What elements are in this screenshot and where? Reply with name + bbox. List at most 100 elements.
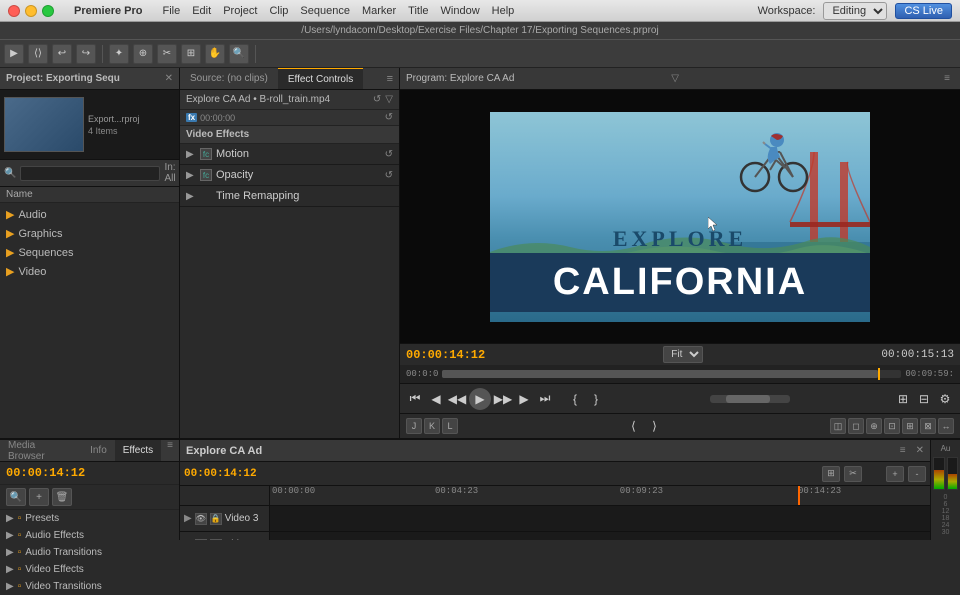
next-frame-btn[interactable]: ▶ <box>515 390 533 408</box>
menu-edit[interactable]: Edit <box>192 5 211 17</box>
extra-btn-2[interactable]: ◻ <box>848 418 864 434</box>
effects-tree-presets[interactable]: ▶ ▫ Presets <box>0 510 179 527</box>
toolbar-btn-2[interactable]: ⟨⟩ <box>28 44 48 64</box>
extra-btn-3[interactable]: ⊕ <box>866 418 882 434</box>
fx-reset-btn[interactable]: ↺ <box>385 112 393 123</box>
play-forward-fast-btn[interactable]: ▶▶ <box>494 390 512 408</box>
mark-out-btn[interactable]: } <box>587 390 605 408</box>
monitor-fit-select[interactable]: Fit <box>663 346 703 363</box>
motion-reset-btn[interactable]: ↺ <box>385 149 393 160</box>
zoom-in-btn[interactable]: + <box>886 466 904 482</box>
output-btn[interactable]: ⊟ <box>915 390 933 408</box>
maximize-button[interactable] <box>42 5 54 17</box>
tab-media-browser[interactable]: Media Browser <box>0 440 82 461</box>
motion-checkbox[interactable]: fc <box>200 148 212 160</box>
effects-tree-audio-transitions[interactable]: ▶ ▫ Audio Transitions <box>0 544 179 561</box>
workspace-select[interactable]: Editing <box>823 2 887 20</box>
folder-audio[interactable]: ▶ Audio <box>0 205 179 224</box>
timeline-close-btn[interactable]: ✕ <box>916 445 924 456</box>
menu-clip[interactable]: Clip <box>269 5 288 17</box>
cs-live-button[interactable]: CS Live <box>895 3 952 19</box>
toolbar-btn-8[interactable]: ⊞ <box>181 44 201 64</box>
extra-btn-6[interactable]: ⊠ <box>920 418 936 434</box>
minimize-button[interactable] <box>25 5 37 17</box>
play-reverse-btn[interactable]: ◀◀ <box>448 390 466 408</box>
toolbar-btn-1[interactable]: ▶ <box>4 44 24 64</box>
play-btn[interactable]: ▶ <box>469 388 491 410</box>
j-btn[interactable]: J <box>406 418 422 434</box>
folder-sequences[interactable]: ▶ Sequences <box>0 243 179 262</box>
effect-row-opacity[interactable]: ▶ fc Opacity ↺ <box>180 165 399 186</box>
prev-frame-btn[interactable]: ◀ <box>427 390 445 408</box>
monitor-progress-track[interactable] <box>442 370 901 378</box>
menu-help[interactable]: Help <box>492 5 515 17</box>
close-button[interactable] <box>8 5 20 17</box>
effects-tree-video-effects[interactable]: ▶ ▫ Video Effects <box>0 561 179 578</box>
l-btn[interactable]: L <box>442 418 458 434</box>
extra-btn-1[interactable]: ◫ <box>830 418 846 434</box>
monitor-dropdown-btn[interactable]: ▽ <box>671 73 679 84</box>
timeline-menu-btn[interactable]: ≡ <box>900 445 906 456</box>
tab-info[interactable]: Info <box>82 440 115 461</box>
effects-search-btn[interactable]: 🔍 <box>6 488 26 506</box>
toolbar-btn-3[interactable]: ↩ <box>52 44 72 64</box>
extra-btn-7[interactable]: ↔ <box>938 418 954 434</box>
menu-title[interactable]: Title <box>408 5 428 17</box>
toolbar-btn-9[interactable]: ✋ <box>205 44 225 64</box>
track-content-video2[interactable] <box>270 532 930 540</box>
monitor-menu-btn[interactable]: ≡ <box>944 73 950 84</box>
tab-effect-controls[interactable]: Effect Controls <box>278 68 363 89</box>
effects-new-folder-btn[interactable]: + <box>29 488 49 506</box>
k-btn[interactable]: K <box>424 418 440 434</box>
effects-panel-menu[interactable]: ≡ <box>161 440 179 461</box>
ruler-mark-2: 00:09:23 <box>620 486 663 496</box>
video3-lock[interactable]: 🔒 <box>210 513 222 525</box>
effect-reset-icon[interactable]: ↺ <box>373 94 381 105</box>
effect-options-icon[interactable]: ▽ <box>385 94 393 105</box>
folder-graphics[interactable]: ▶ Graphics <box>0 224 179 243</box>
opacity-checkbox[interactable]: fc <box>200 169 212 181</box>
video3-expand[interactable]: ▶ <box>184 513 192 524</box>
extra-btn-5[interactable]: ⊞ <box>902 418 918 434</box>
effect-controls-menu[interactable]: ≡ <box>381 73 399 85</box>
video3-eye[interactable]: 👁 <box>195 513 207 525</box>
toolbar-btn-6[interactable]: ⊕ <box>133 44 153 64</box>
effects-delete-btn[interactable]: 🗑 <box>52 488 72 506</box>
project-search-bar: 🔍 In: All <box>0 160 179 187</box>
effects-tree-audio-effects[interactable]: ▶ ▫ Audio Effects <box>0 527 179 544</box>
project-search-input[interactable] <box>20 166 160 181</box>
toolbar-btn-10[interactable]: 🔍 <box>229 44 249 64</box>
toolbar-btn-7[interactable]: ✂ <box>157 44 177 64</box>
track-content-video3[interactable] <box>270 506 930 531</box>
trim-right-btn[interactable]: ⟩ <box>646 417 664 435</box>
snap-btn[interactable]: ⊞ <box>822 466 840 482</box>
effects-tree-video-transitions[interactable]: ▶ ▫ Video Transitions <box>0 578 179 595</box>
project-item-count: 4 Items <box>88 126 171 136</box>
project-panel-close[interactable]: ✕ <box>165 73 173 84</box>
tab-effects[interactable]: Effects <box>115 440 161 461</box>
audio-scrub-bar[interactable] <box>710 395 790 403</box>
search-filter-label: In: All <box>164 162 175 184</box>
menu-project[interactable]: Project <box>223 5 257 17</box>
menu-window[interactable]: Window <box>441 5 480 17</box>
toolbar-btn-4[interactable]: ↪ <box>76 44 96 64</box>
toolbar-btn-5[interactable]: ✦ <box>109 44 129 64</box>
opacity-reset-btn[interactable]: ↺ <box>385 170 393 181</box>
folder-video[interactable]: ▶ Video <box>0 262 179 281</box>
razor-btn[interactable]: ✂ <box>844 466 862 482</box>
menu-sequence[interactable]: Sequence <box>300 5 350 17</box>
trim-left-btn[interactable]: ⟨ <box>625 417 643 435</box>
extra-btn-4[interactable]: ⊡ <box>884 418 900 434</box>
zoom-out-btn[interactable]: - <box>908 466 926 482</box>
safe-margins-btn[interactable]: ⊞ <box>894 390 912 408</box>
effect-row-motion[interactable]: ▶ fc Motion ↺ <box>180 144 399 165</box>
step-back-btn[interactable]: ⏮ <box>406 390 424 408</box>
tab-source[interactable]: Source: (no clips) <box>180 68 278 89</box>
menu-file[interactable]: File <box>162 5 180 17</box>
effect-controls-tab-bar: Source: (no clips) Effect Controls ≡ <box>180 68 399 90</box>
effect-row-time-remap[interactable]: ▶ Time Remapping <box>180 186 399 207</box>
settings-btn[interactable]: ⚙ <box>936 390 954 408</box>
step-forward-btn[interactable]: ⏭ <box>536 390 554 408</box>
mark-in-btn[interactable]: { <box>566 390 584 408</box>
menu-marker[interactable]: Marker <box>362 5 396 17</box>
